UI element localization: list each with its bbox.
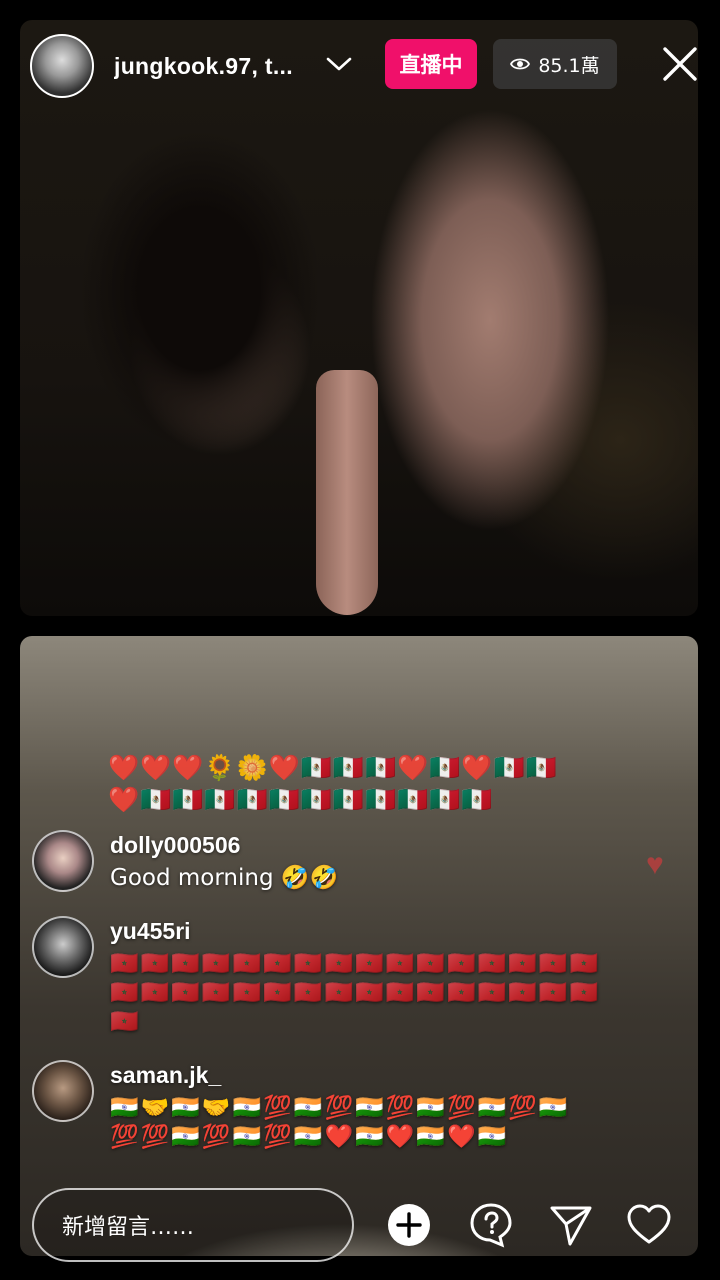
add-icon[interactable] <box>386 1202 432 1248</box>
question-icon[interactable] <box>468 1202 514 1248</box>
floating-reactions: ❤️❤️❤️🌻🌼❤️🇲🇽🇲🇽🇲🇽❤️🇲🇽❤️🇲🇽🇲🇽 ❤️🇲🇽🇲🇽🇲🇽🇲🇽🇲🇽🇲… <box>108 752 628 816</box>
floating-heart-icon: ♥ <box>646 848 664 881</box>
viewer-count: 85.1萬 <box>538 54 600 77</box>
host-avatar[interactable] <box>30 34 94 98</box>
reaction-line: ❤️🇲🇽🇲🇽🇲🇽🇲🇽🇲🇽🇲🇽🇲🇽🇲🇽🇲🇽🇲🇽🇲🇽 <box>108 785 494 814</box>
send-icon[interactable] <box>548 1202 594 1248</box>
comment-text: 🇲🇦🇲🇦🇲🇦🇲🇦🇲🇦🇲🇦🇲🇦🇲🇦🇲🇦🇲🇦🇲🇦🇲🇦🇲🇦🇲🇦🇲🇦🇲🇦🇲🇦🇲🇦🇲🇦🇲🇦… <box>110 951 601 1035</box>
host-username[interactable]: jungkook.97, t... <box>114 53 293 80</box>
host-hair-shape <box>60 110 350 510</box>
reaction-line: ❤️❤️❤️🌻🌼❤️🇲🇽🇲🇽🇲🇽❤️🇲🇽❤️🇲🇽🇲🇽 <box>108 753 558 782</box>
comment-text: Good morning 🤣🤣 <box>110 865 339 891</box>
comment-username[interactable]: saman.jk_ <box>110 1062 221 1089</box>
close-icon[interactable] <box>660 44 700 84</box>
comment-username[interactable]: yu455ri <box>110 918 191 945</box>
comment-avatar[interactable] <box>32 916 94 978</box>
comment-input[interactable]: 新增留言…… <box>32 1188 354 1262</box>
comment-text: 🇮🇳🤝🇮🇳🤝🇮🇳💯🇮🇳💯🇮🇳💯🇮🇳💯🇮🇳💯🇮🇳💯💯🇮🇳💯🇮🇳💯🇮🇳❤️🇮🇳❤️🇮… <box>110 1095 570 1150</box>
guest-video <box>20 636 698 1256</box>
comment-avatar[interactable] <box>32 1060 94 1122</box>
eye-icon <box>510 58 531 70</box>
host-video <box>20 20 698 616</box>
live-badge: 直播中 <box>385 39 477 89</box>
host-finger-shape <box>316 370 378 615</box>
comment-avatar[interactable] <box>32 830 94 892</box>
heart-icon[interactable] <box>626 1202 672 1248</box>
viewer-count-badge[interactable]: 85.1萬 <box>493 39 617 89</box>
live-header: jungkook.97, t... 直播中 85.1萬 <box>30 34 700 98</box>
chevron-down-icon[interactable] <box>326 54 352 74</box>
comment-username[interactable]: dolly000506 <box>110 832 240 859</box>
